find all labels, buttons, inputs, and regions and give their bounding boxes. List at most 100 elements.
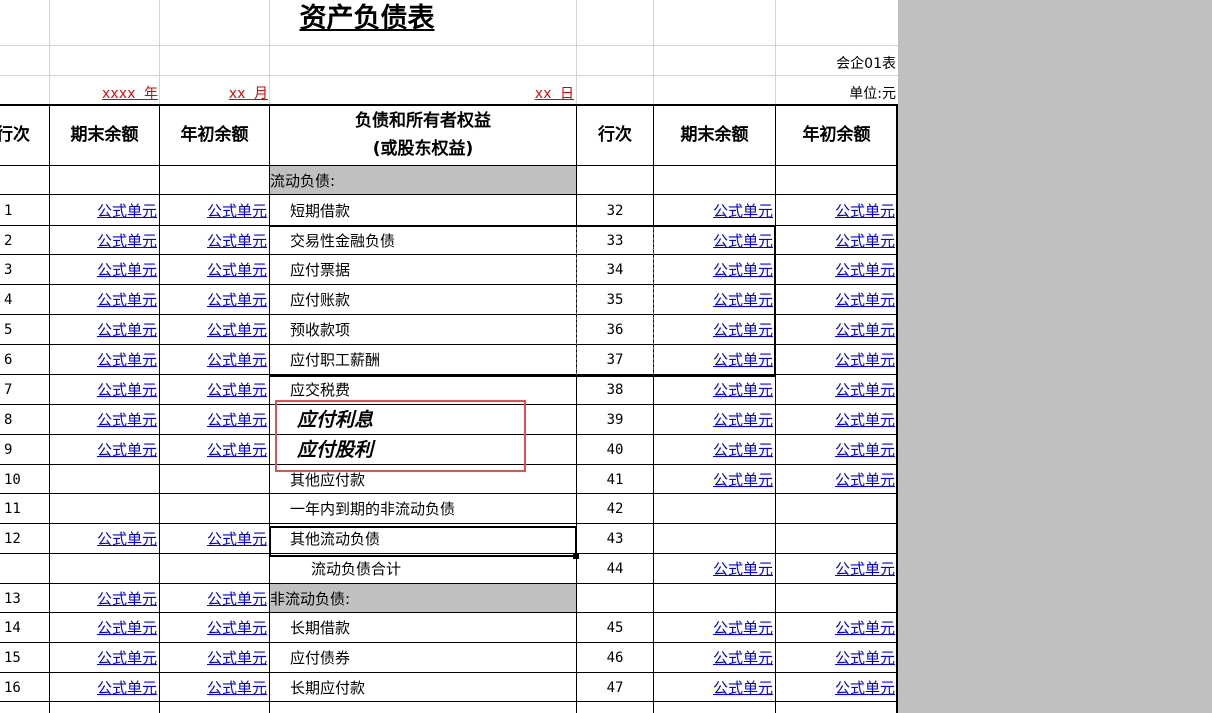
right-begin-balance-cell[interactable]: 公式单元: [776, 290, 895, 310]
right-line-no: 34: [606, 262, 624, 278]
left-end-balance-cell[interactable]: 公式单元: [50, 260, 157, 280]
liability-item-label: 应付职工薪酬: [290, 351, 381, 369]
left-line-no: 4: [4, 292, 13, 308]
header-liabilities-title: 负债和所有者权益: [355, 111, 491, 131]
right-end-balance-cell[interactable]: 公式单元: [654, 350, 773, 370]
right-end-balance-cell[interactable]: 公式单元: [654, 380, 773, 400]
date-year[interactable]: xxxx 年: [50, 84, 158, 104]
right-begin-balance-cell[interactable]: 公式单元: [776, 201, 895, 221]
right-line-no: 47: [606, 679, 624, 696]
right-end-balance-cell[interactable]: 公式单元: [654, 320, 773, 340]
right-end-balance-cell[interactable]: 公式单元: [654, 440, 773, 460]
section-label: 流动负债:: [270, 171, 336, 190]
spreadsheet-grid[interactable]: 资产负债表 会企01表 xxxx 年 xx 月 xx 日 单位:元 行次 期末余…: [0, 0, 898, 713]
left-begin-balance-cell[interactable]: [160, 559, 267, 579]
left-end-balance-cell[interactable]: 公式单元: [50, 410, 157, 430]
left-end-balance-cell[interactable]: 公式单元: [50, 231, 157, 251]
left-begin-balance-cell[interactable]: [160, 470, 267, 490]
right-begin-balance-cell[interactable]: [776, 171, 895, 191]
right-begin-balance-cell[interactable]: [776, 529, 895, 549]
left-begin-balance-cell[interactable]: 公式单元: [160, 201, 267, 221]
date-month[interactable]: xx 月: [160, 84, 268, 104]
right-begin-balance-cell[interactable]: 公式单元: [776, 648, 895, 668]
left-begin-balance-cell[interactable]: 公式单元: [160, 290, 267, 310]
right-end-balance-cell[interactable]: 公式单元: [654, 678, 773, 698]
right-end-balance-cell[interactable]: 公式单元: [654, 470, 773, 490]
right-begin-balance-cell[interactable]: 公式单元: [776, 260, 895, 280]
left-begin-balance-cell[interactable]: 公式单元: [160, 678, 267, 698]
left-begin-balance-cell[interactable]: 公式单元: [160, 410, 267, 430]
left-begin-balance-cell[interactable]: 公式单元: [160, 380, 267, 400]
right-end-balance-cell[interactable]: 公式单元: [654, 618, 773, 638]
left-end-balance-cell[interactable]: [50, 559, 157, 579]
left-line-no: 6: [4, 352, 13, 368]
left-line-no: 8: [4, 412, 13, 428]
right-begin-balance-cell[interactable]: 公式单元: [776, 350, 895, 370]
left-end-balance-cell[interactable]: [50, 171, 157, 191]
left-begin-balance-cell[interactable]: 公式单元: [160, 618, 267, 638]
left-begin-balance-cell[interactable]: 公式单元: [160, 589, 267, 609]
right-end-balance-cell[interactable]: [654, 589, 773, 609]
left-end-balance-cell[interactable]: [50, 499, 157, 519]
left-end-balance-cell[interactable]: 公式单元: [50, 648, 157, 668]
left-begin-balance-cell[interactable]: 公式单元: [160, 231, 267, 251]
right-begin-balance-cell[interactable]: 公式单元: [776, 320, 895, 340]
left-end-balance-cell[interactable]: 公式单元: [50, 618, 157, 638]
right-begin-balance-cell[interactable]: 公式单元: [776, 559, 895, 579]
right-end-balance-cell[interactable]: 公式单元: [654, 231, 773, 251]
left-end-balance-cell[interactable]: 公式单元: [50, 440, 157, 460]
right-line-no: 42: [606, 501, 624, 517]
right-begin-balance-cell[interactable]: 公式单元: [776, 470, 895, 490]
right-line-no: 45: [606, 620, 624, 636]
right-end-balance-cell[interactable]: [654, 171, 773, 191]
right-end-balance-cell[interactable]: 公式单元: [654, 559, 773, 579]
liability-item-label: 预收款项: [290, 321, 351, 339]
right-begin-balance-cell[interactable]: 公式单元: [776, 678, 895, 698]
left-begin-balance-cell[interactable]: 公式单元: [160, 320, 267, 340]
left-begin-balance-cell[interactable]: 公式单元: [160, 529, 267, 549]
active-cell-outline[interactable]: [269, 526, 577, 557]
right-begin-balance-cell[interactable]: 公式单元: [776, 618, 895, 638]
date-day[interactable]: xx 日: [270, 84, 574, 104]
left-end-balance-cell[interactable]: 公式单元: [50, 290, 157, 310]
right-begin-balance-cell[interactable]: 公式单元: [776, 380, 895, 400]
left-end-balance-cell[interactable]: [50, 470, 157, 490]
left-end-balance-cell[interactable]: 公式单元: [50, 380, 157, 400]
right-begin-balance-cell[interactable]: [776, 499, 895, 519]
right-line-no: 38: [606, 382, 624, 398]
right-end-balance-cell[interactable]: 公式单元: [654, 410, 773, 430]
right-end-balance-cell[interactable]: 公式单元: [654, 290, 773, 310]
right-begin-balance-cell[interactable]: 公式单元: [776, 440, 895, 460]
left-end-balance-cell[interactable]: 公式单元: [50, 350, 157, 370]
unit-label: 单位:元: [849, 86, 896, 102]
left-end-balance-cell[interactable]: 公式单元: [50, 529, 157, 549]
left-begin-balance-cell[interactable]: [160, 499, 267, 519]
left-begin-balance-cell[interactable]: 公式单元: [160, 350, 267, 370]
right-end-balance-cell[interactable]: [654, 499, 773, 519]
liability-item-label: 应付账款: [290, 291, 351, 309]
left-begin-balance-cell[interactable]: 公式单元: [160, 260, 267, 280]
fill-handle[interactable]: [573, 553, 579, 559]
left-line-no: 13: [4, 590, 21, 607]
left-end-balance-cell[interactable]: 公式单元: [50, 201, 157, 221]
left-line-no: 15: [4, 650, 21, 666]
sheet-title: 资产负债表: [299, 3, 435, 34]
left-end-balance-cell[interactable]: 公式单元: [50, 589, 157, 609]
right-line-no: 33: [606, 232, 624, 249]
left-end-balance-cell[interactable]: 公式单元: [50, 678, 157, 698]
left-begin-balance-cell[interactable]: [160, 171, 267, 191]
right-end-balance-cell[interactable]: [654, 529, 773, 549]
right-line-no: 32: [606, 202, 624, 219]
header-line-no-left: 行次: [0, 125, 30, 145]
right-begin-balance-cell[interactable]: 公式单元: [776, 231, 895, 251]
right-begin-balance-cell[interactable]: 公式单元: [776, 410, 895, 430]
left-begin-balance-cell[interactable]: 公式单元: [160, 440, 267, 460]
left-line-no: 14: [4, 620, 21, 636]
liability-item-label: 交易性金融负债: [290, 231, 396, 250]
right-end-balance-cell[interactable]: 公式单元: [654, 201, 773, 221]
right-end-balance-cell[interactable]: 公式单元: [654, 260, 773, 280]
left-begin-balance-cell[interactable]: 公式单元: [160, 648, 267, 668]
left-end-balance-cell[interactable]: 公式单元: [50, 320, 157, 340]
right-begin-balance-cell[interactable]: [776, 589, 895, 609]
right-end-balance-cell[interactable]: 公式单元: [654, 648, 773, 668]
